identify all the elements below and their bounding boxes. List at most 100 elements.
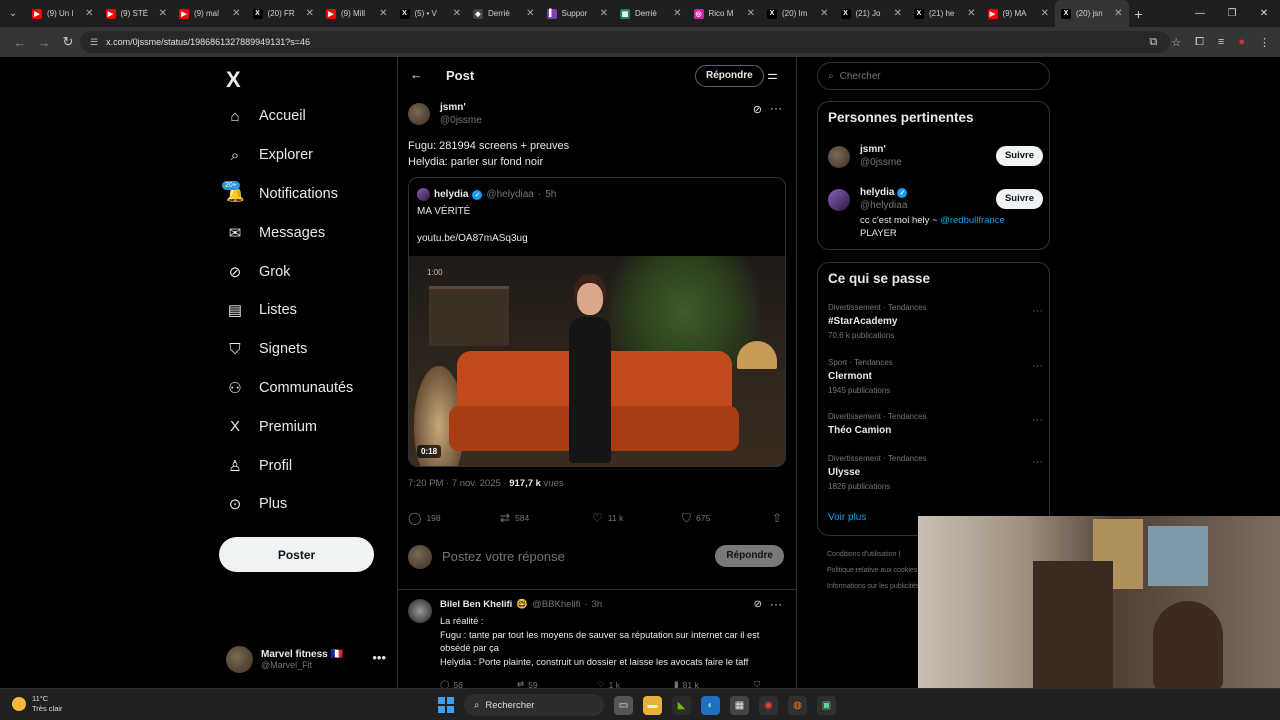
close-tab-icon[interactable]: ✕: [894, 8, 902, 19]
nav-item-signets[interactable]: ⛉ Signets: [226, 330, 353, 369]
browser-tab[interactable]: X (20) FR ✕: [247, 0, 321, 27]
reply-input[interactable]: Postez votre réponse: [442, 549, 565, 564]
trend-item[interactable]: Divertissement · Tendances Ulysse 1826 p…: [828, 454, 1043, 491]
browser-tab[interactable]: ◎ Rico M ✕: [688, 0, 762, 27]
bookmark-action[interactable]: ⛉ 675: [682, 509, 772, 527]
reply-like-action[interactable]: ♡ 1 k: [597, 679, 674, 688]
reply-action[interactable]: ◯ 198: [408, 509, 500, 527]
chrome-icon[interactable]: ◉: [759, 695, 778, 715]
edge-icon[interactable]: ◐: [701, 695, 720, 715]
follow-button[interactable]: Suivre: [995, 189, 1043, 209]
reply-repost-action[interactable]: ⇄ 59: [517, 679, 597, 688]
extensions-icon[interactable]: ⧠: [1195, 36, 1204, 49]
close-tab-icon[interactable]: ✕: [600, 8, 608, 19]
browser-tab[interactable]: ▦ Derriè ✕: [614, 0, 688, 27]
trend-more-icon[interactable]: ···: [1032, 456, 1043, 468]
tab-list-button[interactable]: ⌄: [0, 0, 26, 27]
reply-views-action[interactable]: ▮ 81 k: [674, 679, 754, 688]
close-window-button[interactable]: ✕: [1248, 0, 1280, 27]
close-tab-icon[interactable]: ✕: [526, 8, 534, 19]
back-nav-icon[interactable]: ←: [8, 35, 32, 50]
like-action[interactable]: ♡ 11 k: [592, 509, 682, 527]
browser-tab[interactable]: ◆ Derriè ✕: [467, 0, 541, 27]
trend-item[interactable]: Divertissement · Tendances #StarAcademy …: [828, 303, 1043, 340]
more-icon[interactable]: ···: [770, 101, 782, 115]
nav-item-explorer[interactable]: ⌕ Explorer: [226, 136, 353, 175]
minimize-button[interactable]: —: [1184, 0, 1216, 27]
person-item[interactable]: jsmn' @0jssme Suivre: [828, 144, 1043, 174]
author-avatar[interactable]: [408, 103, 430, 125]
close-tab-icon[interactable]: ✕: [159, 8, 167, 19]
browser-tab[interactable]: X (21) he ✕: [908, 0, 982, 27]
close-tab-icon[interactable]: ✕: [747, 8, 755, 19]
trend-item[interactable]: Divertissement · Tendances Théo Camion ·…: [828, 412, 1043, 436]
footer-link[interactable]: Conditions d'utilisation |: [827, 547, 919, 563]
follow-button[interactable]: Suivre: [995, 146, 1043, 166]
footer-link[interactable]: Informations sur les publicités: [827, 579, 919, 595]
grok-icon[interactable]: ⊘: [754, 599, 762, 610]
app-icon[interactable]: ▣: [817, 695, 836, 715]
browser-tab[interactable]: ▌ Suppor ✕: [541, 0, 615, 27]
start-icon[interactable]: [438, 697, 454, 713]
reply-bookmark-action[interactable]: ⛉: [754, 679, 760, 688]
reply-author-handle[interactable]: @BBKhelifi: [532, 599, 580, 610]
site-info-icon[interactable]: ☰: [90, 37, 98, 48]
nvidia-icon[interactable]: ◣: [672, 695, 691, 715]
filter-icon[interactable]: ⚌: [767, 68, 778, 82]
browser-tab[interactable]: X (21) Jo ✕: [835, 0, 909, 27]
bio-mention-link[interactable]: @redbullfrance: [940, 215, 1005, 226]
address-bar[interactable]: ☰ x.com/0jssme/status/198686132788994913…: [80, 31, 1170, 53]
reply-author-name[interactable]: Bilel Ben Khelifi: [440, 599, 512, 610]
more-icon[interactable]: ···: [770, 597, 782, 611]
nav-item-notifications[interactable]: 🔔 Notifications 20+: [222, 175, 353, 214]
media-icon[interactable]: ≡: [1218, 36, 1224, 48]
taskbar-search[interactable]: ⌕ Rechercher: [464, 694, 604, 716]
close-tab-icon[interactable]: ✕: [306, 8, 314, 19]
post-button[interactable]: Poster: [219, 537, 374, 572]
reply-submit-button[interactable]: Répondre: [715, 545, 784, 567]
author-name[interactable]: jsmn': [440, 102, 466, 113]
trend-item[interactable]: Sport · Tendances Clermont 1945 publicat…: [828, 358, 1043, 395]
close-tab-icon[interactable]: ✕: [967, 8, 975, 19]
video-player[interactable]: 1:00 0:18: [409, 256, 785, 466]
store-icon[interactable]: ▦: [730, 695, 749, 715]
account-switcher[interactable]: Marvel fitness 🇫🇷 @Marvel_Fit •••: [226, 644, 386, 674]
post-timestamp[interactable]: 7:20 PM · 7 nov. 2025 ·: [408, 478, 509, 489]
reload-icon[interactable]: ↻: [56, 34, 80, 50]
browser-tab[interactable]: ▶ (9) Mill ✕: [320, 0, 394, 27]
profile-avatar-icon[interactable]: ●: [1238, 36, 1245, 48]
maximize-button[interactable]: ❐: [1216, 0, 1248, 27]
weather-widget[interactable]: 11°C Très clair: [12, 694, 63, 714]
author-handle[interactable]: @0jssme: [440, 115, 482, 126]
close-tab-icon[interactable]: ✕: [232, 8, 240, 19]
trend-more-icon[interactable]: ···: [1032, 360, 1043, 372]
task-view-icon[interactable]: ▭: [614, 695, 633, 715]
browser-tab[interactable]: X (20) jsn ✕: [1055, 0, 1129, 27]
close-tab-icon[interactable]: ✕: [1114, 8, 1122, 19]
nav-item-listes[interactable]: ▤ Listes: [226, 291, 353, 330]
browser-tab[interactable]: X (5) • V ✕: [394, 0, 468, 27]
close-tab-icon[interactable]: ✕: [85, 8, 93, 19]
close-tab-icon[interactable]: ✕: [1041, 8, 1049, 19]
browser-tab[interactable]: ▶ (9) MA ✕: [982, 0, 1056, 27]
firefox-icon[interactable]: ◍: [788, 695, 807, 715]
browser-tab[interactable]: ▶ (9) STÉ ✕: [100, 0, 174, 27]
header-reply-button[interactable]: Répondre: [695, 65, 764, 87]
quoted-post[interactable]: helydia ✓ @helydiaa · 5h MA VÉRITÉ youtu…: [408, 177, 786, 467]
repost-action[interactable]: ⇄ 584: [500, 509, 592, 527]
footer-link[interactable]: Politique relative aux cookies: [827, 563, 919, 579]
x-logo[interactable]: X: [226, 67, 241, 93]
share-action[interactable]: ⇧: [772, 509, 782, 527]
bookmark-star-icon[interactable]: ☆: [1171, 36, 1181, 49]
reply-reply-action[interactable]: ◯ 56: [440, 679, 517, 688]
nav-item-grok[interactable]: ⊘ Grok: [226, 252, 353, 291]
nav-item-messages[interactable]: ✉ Messages: [226, 213, 353, 252]
nav-item-accueil[interactable]: ⌂ Accueil: [226, 97, 353, 136]
browser-menu-icon[interactable]: ⋮: [1259, 36, 1270, 49]
search-field[interactable]: ⌕ Chercher: [817, 62, 1050, 90]
quote-link[interactable]: youtu.be/OA87mASq3ug: [417, 233, 528, 244]
browser-tab[interactable]: ▶ (9) Un l ✕: [26, 0, 100, 27]
nav-item-profil[interactable]: ♙ Profil: [226, 446, 353, 485]
close-tab-icon[interactable]: ✕: [379, 8, 387, 19]
nav-item-premium[interactable]: X Premium: [226, 407, 353, 446]
